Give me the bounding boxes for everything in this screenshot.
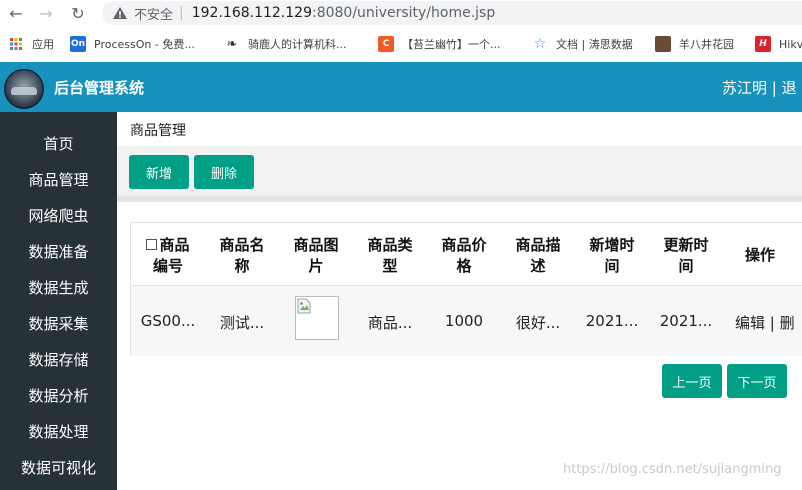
logo-avatar [4,69,44,109]
prev-page-button[interactable]: 上一页 [662,364,722,398]
cell-created: 2021... [585,312,639,330]
breadcrumb: 商品管理 [130,123,186,139]
product-table: 商品 编号 商品名称 商品图片 商品类型 商品价格 商品描述 新增时间 更新时间 … [130,222,802,356]
sidebar-item-products[interactable]: 商品管理 [0,162,117,198]
browser-toolbar: ← → ↻ 不安全 | 192.168.112.129:8080/univers… [0,0,802,26]
broken-image-icon [295,296,339,340]
bookmarks-bar: 应用 On ProcessOn - 免费... ❧ 骑鹿人的计算机科... C … [0,30,802,58]
cell-desc: 很好... [515,314,561,332]
column-header-actions: 操作 [744,246,775,264]
select-all-checkbox[interactable] [146,239,158,250]
hikvision-icon: H [755,36,771,52]
next-page-button[interactable]: 下一页 [727,364,787,398]
bookmark-label: 文档 | 涛思数据 [556,38,633,51]
bookmark-hikv[interactable]: H Hikv [755,30,802,58]
divider [117,196,802,202]
app-title: 后台管理系统 [54,79,145,97]
star-icon: ☆ [533,36,547,52]
bookmark-label: Hikv [779,37,802,51]
sidebar-item-data-prep[interactable]: 数据准备 [0,234,117,270]
cell-updated: 2021... [659,312,713,330]
url-path: :8080/university/home.jsp [311,5,496,21]
bookmark-processon[interactable]: On ProcessOn - 免费... [70,30,195,58]
column-header-price: 商品价格 [441,236,487,275]
table-row: GS00... 测试... 商品... 1000 很好... 2021... 2… [131,286,802,356]
cell-id: GS00... [140,312,196,330]
url-host: 192.168.112.129 [191,5,312,21]
bookmark-label: 【苔兰幽竹】一个... [402,38,501,51]
address-bar[interactable]: 不安全 | 192.168.112.129:8080/university/ho… [102,1,802,25]
bookmark-garden[interactable]: 羊八井花园 [655,30,734,58]
address-separator: | [179,5,184,21]
table-header: 商品 编号 商品名称 商品图片 商品类型 商品价格 商品描述 新增时间 更新时间 … [131,223,802,286]
column-header-desc: 商品描述 [515,236,561,275]
insecure-label: 不安全 [134,7,174,23]
cell-actions: 编辑 | 删 [735,312,802,333]
sidebar-item-data-analysis[interactable]: 数据分析 [0,378,117,414]
deer-icon: ❧ [226,36,238,52]
column-header-name: 商品名称 [219,236,265,275]
action-separator: | [769,314,775,332]
csdn-icon: C [378,36,394,52]
column-header-id: 商品 编号 [131,235,205,277]
cell-name: 测试... [219,314,265,332]
bookmark-csdn[interactable]: C 【苔兰幽竹】一个... [378,30,501,58]
user-logout-link[interactable]: 苏江明 | 退 [722,77,797,98]
forward-arrow-icon[interactable]: → [30,0,62,26]
processon-icon: On [70,36,86,52]
sidebar-item-data-storage[interactable]: 数据存储 [0,342,117,378]
watermark: https://blog.csdn.net/sujiangming [563,462,782,477]
column-header-image: 商品图片 [293,236,339,275]
bookmark-apps[interactable]: 应用 [8,30,54,58]
app-header: 后台管理系统 苏江明 | 退 [0,62,802,112]
sidebar-item-data-collect[interactable]: 数据采集 [0,306,117,342]
cell-price: 1000 [444,312,484,330]
edit-link[interactable]: 编辑 [735,314,765,332]
add-button[interactable]: 新增 [129,155,189,189]
sidebar-item-data-viz[interactable]: 数据可视化 [0,450,117,486]
sidebar-item-home[interactable]: 首页 [0,126,117,162]
sidebar-item-crawler[interactable]: 网络爬虫 [0,198,117,234]
warning-icon [112,6,128,20]
apps-grid-icon [8,36,24,52]
bookmark-label: 骑鹿人的计算机科... [248,38,347,51]
delete-link[interactable]: 删 [780,314,795,332]
delete-button[interactable]: 删除 [194,155,254,189]
bookmark-label: 羊八井花园 [679,38,734,51]
reload-icon[interactable]: ↻ [62,0,94,26]
bookmark-deer[interactable]: ❧ 骑鹿人的计算机科... [224,30,347,58]
bookmark-label: 应用 [32,38,54,51]
sidebar-item-data-process[interactable]: 数据处理 [0,414,117,450]
sidebar: 首页 商品管理 网络爬虫 数据准备 数据生成 数据采集 数据存储 数据分析 数据… [0,112,117,490]
bookmark-taos[interactable]: ☆ 文档 | 涛思数据 [532,30,633,58]
column-header-type: 商品类型 [367,236,413,275]
cell-type: 商品... [367,314,413,332]
column-header-created: 新增时间 [589,236,635,275]
column-header-updated: 更新时间 [663,236,709,275]
bookmark-label: ProcessOn - 免费... [94,38,195,51]
back-arrow-icon[interactable]: ← [0,0,32,26]
portrait-icon [655,36,671,52]
sidebar-item-data-gen[interactable]: 数据生成 [0,270,117,306]
